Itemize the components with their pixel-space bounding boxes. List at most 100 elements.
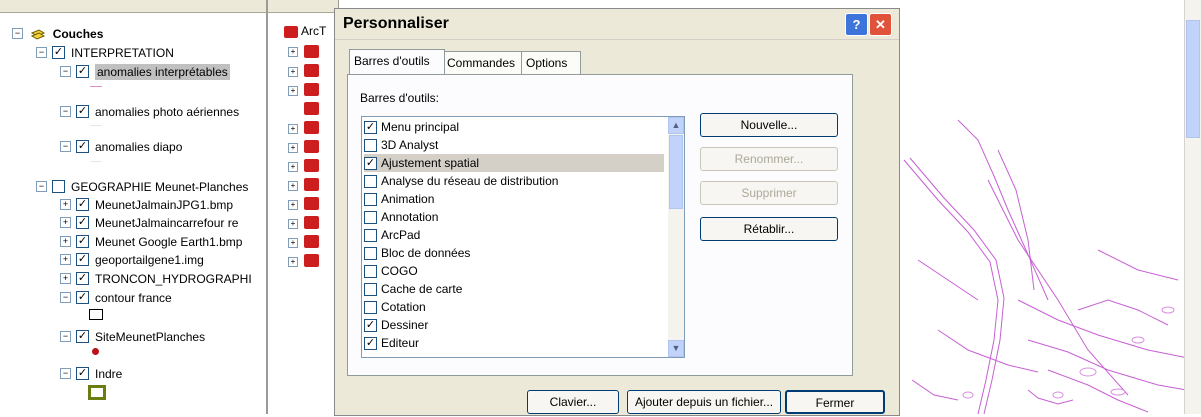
expand-icon[interactable]: + (288, 238, 298, 248)
toolbox-icon[interactable] (304, 64, 319, 77)
layer-checkbox[interactable]: ✓ (76, 140, 89, 154)
toc-layer-contour-france[interactable]: − ✓ contour france (60, 288, 172, 306)
layer-checkbox[interactable]: ✓ (76, 253, 89, 267)
scroll-up-icon[interactable]: ▲ (668, 117, 684, 134)
toolbar-checkbox[interactable] (364, 265, 377, 279)
toolbar-checkbox[interactable] (364, 301, 377, 315)
toolbar-checkbox[interactable] (364, 247, 377, 261)
layer-checkbox[interactable]: ✓ (76, 105, 89, 119)
toolbox-icon[interactable] (304, 121, 319, 134)
toc-layer-geoportail[interactable]: + ✓ geoportailgene1.img (60, 250, 204, 268)
expand-icon[interactable]: + (288, 181, 298, 191)
collapse-icon[interactable]: − (36, 181, 47, 193)
collapse-icon[interactable]: − (60, 141, 71, 153)
toolbar-checkbox[interactable]: ✓ (364, 121, 377, 135)
list-item[interactable]: Analyse du réseau de distribution (364, 172, 664, 190)
toolbars-list[interactable]: ✓ Menu principal 3D Analyst ✓ Ajustement s… (361, 116, 685, 358)
expand-icon[interactable]: + (60, 236, 71, 248)
list-item[interactable]: ✓ Menu principal (364, 118, 664, 136)
delete-toolbar-button[interactable]: Supprimer (700, 181, 838, 205)
layer-checkbox[interactable]: ✓ (76, 291, 89, 305)
layer-checkbox[interactable]: ✓ (52, 46, 65, 60)
dialog-title-bar[interactable]: Personnaliser ? ✕ (335, 9, 899, 40)
toc-layer-anomalies-interpretables[interactable]: − ✓ anomalies interprétables (60, 62, 230, 80)
expand-icon[interactable]: + (60, 217, 71, 229)
scroll-down-icon[interactable]: ▼ (668, 340, 684, 357)
list-item[interactable]: Animation (364, 190, 664, 208)
list-item[interactable]: ✓ Dessiner (364, 316, 664, 334)
toc-layer-google-earth[interactable]: + ✓ Meunet Google Earth1.bmp (60, 232, 242, 250)
toolbox-icon[interactable] (304, 140, 319, 153)
layer-checkbox[interactable]: ✓ (76, 216, 89, 230)
collapse-icon[interactable]: − (60, 368, 71, 380)
rename-toolbar-button[interactable]: Renommer... (700, 147, 838, 171)
expand-icon[interactable]: + (288, 143, 298, 153)
collapse-icon[interactable]: − (60, 66, 71, 78)
toc-layer-troncon[interactable]: + ✓ TRONCON_HYDROGRAPHI (60, 269, 266, 287)
toc-layer-interpretation[interactable]: − ✓ INTERPRETATION (36, 43, 174, 61)
expand-icon[interactable]: + (288, 257, 298, 267)
toolbox-icon[interactable] (304, 235, 319, 248)
toc-layer-site-meunet[interactable]: − ✓ SiteMeunetPlanches (60, 327, 205, 345)
toolbox-icon[interactable] (304, 178, 319, 191)
layer-checkbox[interactable]: ✓ (76, 198, 89, 212)
collapse-icon[interactable]: − (60, 331, 71, 343)
reset-toolbar-button[interactable]: Rétablir... (700, 217, 838, 241)
expand-icon[interactable]: + (288, 124, 298, 134)
list-item[interactable]: Annotation (364, 208, 664, 226)
tab-barres-outils[interactable]: Barres d'outils (349, 49, 445, 74)
toolbar-checkbox[interactable] (364, 175, 377, 189)
toolbar-checkbox[interactable] (364, 229, 377, 243)
layer-checkbox[interactable]: ✓ (76, 65, 89, 79)
tab-options[interactable]: Options (521, 51, 581, 74)
toolbox-icon[interactable] (304, 45, 319, 58)
map-view[interactable] (898, 0, 1201, 415)
collapse-icon[interactable]: − (36, 47, 47, 59)
toolbox-icon[interactable] (304, 197, 319, 210)
expand-icon[interactable]: + (288, 200, 298, 210)
expand-icon[interactable]: + (288, 67, 298, 77)
toc-layer-jalmain[interactable]: + ✓ MeunetJalmainJPG1.bmp (60, 195, 233, 213)
toolbar-checkbox[interactable] (364, 211, 377, 225)
layer-checkbox[interactable]: ✓ (76, 235, 89, 249)
close-dialog-button[interactable]: Fermer (785, 390, 885, 414)
expand-icon[interactable]: + (60, 273, 71, 285)
list-item[interactable]: COGO (364, 262, 664, 280)
toolbar-checkbox[interactable]: ✓ (364, 157, 377, 171)
toolbar-checkbox[interactable]: ✓ (364, 319, 377, 333)
list-item[interactable]: Bloc de données (364, 244, 664, 262)
catalog-root-node[interactable]: ArcT (284, 24, 326, 38)
toolbox-icon[interactable] (304, 216, 319, 229)
toolbox-icon[interactable] (304, 83, 319, 96)
toolbar-checkbox[interactable] (364, 283, 377, 297)
list-item[interactable]: ArcPad (364, 226, 664, 244)
new-toolbar-button[interactable]: Nouvelle... (700, 113, 838, 137)
layer-checkbox[interactable]: ✓ (76, 367, 89, 381)
toolbox-icon[interactable] (304, 102, 319, 115)
list-item-selected[interactable]: ✓ Ajustement spatial (364, 154, 664, 172)
expand-icon[interactable]: + (288, 162, 298, 172)
toolbox-icon[interactable] (304, 254, 319, 267)
scrollbar-thumb[interactable] (1186, 20, 1200, 138)
expand-icon[interactable]: + (60, 199, 71, 211)
toc-layer-geographie[interactable]: − GEOGRAPHIE Meunet-Planches (36, 177, 248, 195)
toolbar-checkbox[interactable] (364, 139, 377, 153)
collapse-icon[interactable]: − (60, 292, 71, 304)
toc-layer-anomalies-diapo[interactable]: − ✓ anomalies diapo (60, 137, 182, 155)
expand-icon[interactable]: + (60, 254, 71, 266)
keyboard-button[interactable]: Clavier... (527, 390, 619, 414)
toc-layer-indre[interactable]: − ✓ Indre (60, 364, 122, 382)
close-button[interactable]: ✕ (869, 13, 892, 36)
toolbar-checkbox[interactable]: ✓ (364, 337, 377, 351)
toolbox-icon[interactable] (304, 159, 319, 172)
layer-checkbox[interactable]: ✓ (76, 330, 89, 344)
list-item[interactable]: ✓ Editeur (364, 334, 664, 352)
collapse-icon[interactable]: − (12, 28, 23, 40)
layer-checkbox[interactable]: ✓ (76, 272, 89, 286)
scrollbar-thumb[interactable] (669, 135, 683, 209)
collapse-icon[interactable]: − (60, 106, 71, 118)
expand-icon[interactable]: + (288, 86, 298, 96)
toc-root-node[interactable]: − Couches (12, 24, 103, 42)
list-item[interactable]: 3D Analyst (364, 136, 664, 154)
expand-icon[interactable]: + (288, 47, 298, 57)
